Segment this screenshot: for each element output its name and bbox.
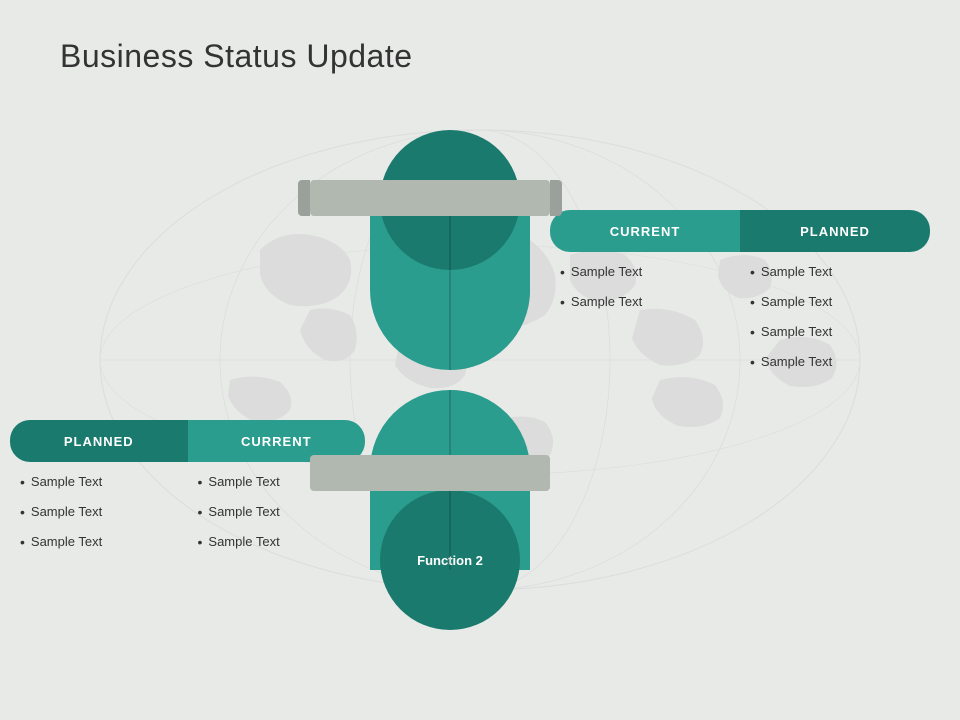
right-panel: CURRENT PLANNED Sample Text Sample Text … — [550, 210, 930, 388]
right-planned-header: PLANNED — [740, 210, 930, 252]
left-planned-header: PLANNED — [10, 420, 188, 462]
list-item: Sample Text — [560, 294, 730, 310]
right-current-label: CURRENT — [610, 224, 681, 239]
list-item: Sample Text — [198, 504, 356, 520]
func1-divider — [449, 190, 451, 370]
right-current-header: CURRENT — [550, 210, 740, 252]
ribbon2 — [310, 455, 550, 491]
function2-shape: Function 2 — [370, 390, 530, 630]
list-item: Sample Text — [560, 264, 730, 280]
right-planned-col: Sample Text Sample Text Sample Text Samp… — [740, 260, 930, 388]
left-planned-col: Sample Text Sample Text Sample Text — [10, 470, 188, 568]
right-current-col: Sample Text Sample Text — [550, 260, 740, 388]
list-item: Sample Text — [750, 294, 920, 310]
page-title: Business Status Update — [60, 38, 413, 75]
list-item: Sample Text — [750, 354, 920, 370]
function1-shape: Function 1 — [370, 130, 530, 370]
left-panel: PLANNED CURRENT Sample Text Sample Text … — [10, 420, 365, 568]
list-item: Sample Text — [20, 504, 178, 520]
right-header: CURRENT PLANNED — [550, 210, 930, 252]
left-current-label: CURRENT — [241, 434, 312, 449]
right-content: Sample Text Sample Text Sample Text Samp… — [550, 260, 930, 388]
list-item: Sample Text — [750, 324, 920, 340]
list-item: Sample Text — [20, 534, 178, 550]
left-planned-label: PLANNED — [64, 434, 134, 449]
list-item: Sample Text — [20, 474, 178, 490]
list-item: Sample Text — [198, 534, 356, 550]
ribbon1 — [310, 180, 550, 216]
list-item: Sample Text — [750, 264, 920, 280]
right-planned-label: PLANNED — [800, 224, 870, 239]
